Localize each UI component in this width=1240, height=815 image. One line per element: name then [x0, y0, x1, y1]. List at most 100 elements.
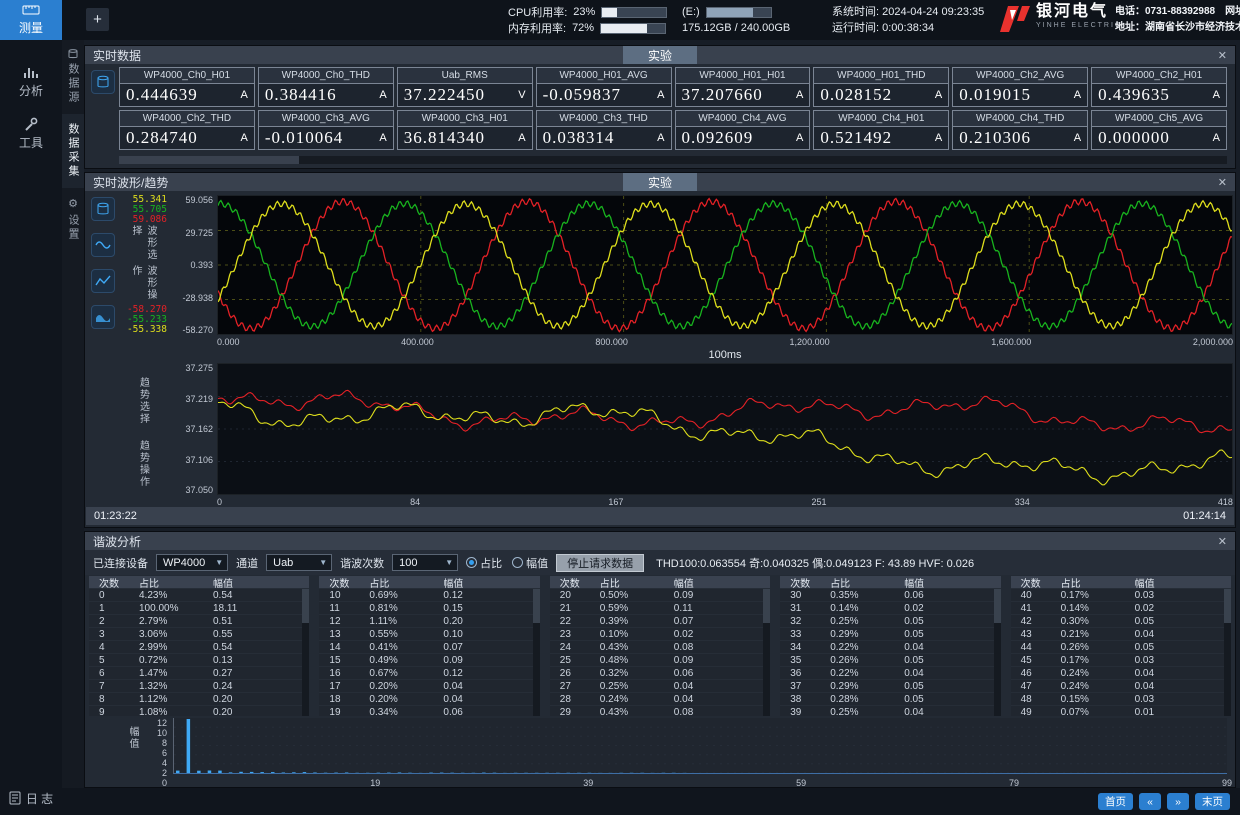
harmonic-row[interactable]: 470.24%0.04: [1011, 680, 1231, 693]
scrollbar-thumb[interactable]: [763, 589, 770, 623]
harmonic-row[interactable]: 280.24%0.04: [550, 693, 770, 706]
harmonic-row[interactable]: 250.48%0.09: [550, 654, 770, 667]
harmonic-row[interactable]: 490.07%0.01: [1011, 706, 1231, 716]
harmonic-row[interactable]: 440.26%0.05: [1011, 641, 1231, 654]
harmonic-row[interactable]: 121.11%0.20: [319, 615, 539, 628]
trend-operate-label[interactable]: 趋势操作: [136, 440, 151, 488]
harmonic-row[interactable]: 270.25%0.04: [550, 680, 770, 693]
measure-card[interactable]: WP4000_Ch3_AVG-0.010064A: [258, 110, 394, 150]
data-source-icon-button[interactable]: [91, 70, 115, 94]
harmonic-row[interactable]: 450.17%0.03: [1011, 654, 1231, 667]
measure-card[interactable]: WP4000_Ch4_AVG0.092609A: [675, 110, 811, 150]
data-source-icon-button[interactable]: [91, 197, 115, 221]
harmonic-bar-chart[interactable]: [173, 718, 1227, 774]
wave-operate-label[interactable]: 波形操作: [128, 265, 158, 305]
measure-card[interactable]: WP4000_Ch3_THD0.038314A: [536, 110, 672, 150]
harmonic-row[interactable]: 480.15%0.03: [1011, 693, 1231, 706]
order-select[interactable]: 100▼: [392, 554, 458, 571]
harmonic-row[interactable]: 320.25%0.05: [780, 615, 1000, 628]
harmonic-row[interactable]: 200.50%0.09: [550, 589, 770, 602]
measure-card[interactable]: WP4000_Ch4_H010.521492A: [813, 110, 949, 150]
table-scrollbar[interactable]: [763, 589, 770, 716]
rail-tab-settings[interactable]: ⚙ 设置: [62, 188, 84, 251]
rail-tab-data-acquisition[interactable]: 数据采集: [62, 114, 84, 188]
add-tab-button[interactable]: +: [86, 8, 109, 31]
close-icon[interactable]: ✕: [1218, 532, 1227, 550]
measure-card[interactable]: WP4000_Ch2_H010.439635A: [1091, 67, 1227, 107]
harmonic-row[interactable]: 230.10%0.02: [550, 628, 770, 641]
harmonic-row[interactable]: 390.25%0.04: [780, 706, 1000, 716]
measure-card[interactable]: WP4000_Ch0_H010.444639A: [119, 67, 255, 107]
harmonic-row[interactable]: 260.32%0.06: [550, 667, 770, 680]
harmonic-row[interactable]: 130.55%0.10: [319, 628, 539, 641]
harmonic-row[interactable]: 150.49%0.09: [319, 654, 539, 667]
harmonic-row[interactable]: 300.35%0.06: [780, 589, 1000, 602]
harmonic-row[interactable]: 33.06%0.55: [89, 628, 309, 641]
measure-card[interactable]: WP4000_Ch2_AVG0.019015A: [952, 67, 1088, 107]
wave-chart[interactable]: [217, 195, 1233, 335]
harmonic-row[interactable]: 370.29%0.05: [780, 680, 1000, 693]
prev-page-button[interactable]: «: [1139, 793, 1161, 810]
area-wave-icon-button[interactable]: [91, 305, 115, 329]
harmonic-row[interactable]: 110.81%0.15: [319, 602, 539, 615]
harmonic-row[interactable]: 290.43%0.08: [550, 706, 770, 716]
harmonic-row[interactable]: 420.30%0.05: [1011, 615, 1231, 628]
harmonic-row[interactable]: 04.23%0.54: [89, 589, 309, 602]
trend-select-label[interactable]: 趋势选择: [136, 377, 151, 425]
table-scrollbar[interactable]: [533, 589, 540, 716]
last-page-button[interactable]: 末页: [1195, 793, 1230, 810]
measure-card[interactable]: WP4000_Ch4_THD0.210306A: [952, 110, 1088, 150]
harmonic-row[interactable]: 160.67%0.12: [319, 667, 539, 680]
measure-card[interactable]: WP4000_H01_THD0.028152A: [813, 67, 949, 107]
trend-chart[interactable]: [217, 363, 1233, 495]
measure-card[interactable]: WP4000_Ch2_THD0.284740A: [119, 110, 255, 150]
harmonic-row[interactable]: 240.43%0.08: [550, 641, 770, 654]
scrollbar-thumb[interactable]: [994, 589, 1001, 623]
harmonic-row[interactable]: 61.47%0.27: [89, 667, 309, 680]
harmonic-row[interactable]: 180.20%0.04: [319, 693, 539, 706]
table-scrollbar[interactable]: [302, 589, 309, 716]
table-scrollbar[interactable]: [1224, 589, 1231, 716]
stop-request-button[interactable]: 停止请求数据: [556, 554, 644, 572]
harmonic-row[interactable]: 100.69%0.12: [319, 589, 539, 602]
scrollbar-thumb[interactable]: [533, 589, 540, 623]
table-scrollbar[interactable]: [994, 589, 1001, 716]
harmonic-row[interactable]: 380.28%0.05: [780, 693, 1000, 706]
harmonic-row[interactable]: 42.99%0.54: [89, 641, 309, 654]
wave-select-label[interactable]: 波形选择: [128, 225, 158, 265]
horizontal-scrollbar[interactable]: [119, 156, 1227, 164]
harmonic-row[interactable]: 210.59%0.11: [550, 602, 770, 615]
close-icon[interactable]: ✕: [1218, 46, 1227, 64]
experiment-tab[interactable]: 实验: [623, 173, 697, 191]
measure-card[interactable]: WP4000_Ch0_THD0.384416A: [258, 67, 394, 107]
close-icon[interactable]: ✕: [1218, 173, 1227, 191]
scrollbar-thumb[interactable]: [302, 589, 309, 623]
measure-card[interactable]: WP4000_Ch3_H0136.814340A: [397, 110, 533, 150]
sine-wave-icon-button[interactable]: [91, 233, 115, 257]
harmonic-row[interactable]: 360.22%0.04: [780, 667, 1000, 680]
harmonic-row[interactable]: 81.12%0.20: [89, 693, 309, 706]
first-page-button[interactable]: 首页: [1098, 793, 1133, 810]
harmonic-row[interactable]: 91.08%0.20: [89, 706, 309, 716]
channel-select[interactable]: Uab▼: [266, 554, 332, 571]
sidebar-item-analysis[interactable]: 分析: [0, 58, 62, 106]
harmonic-row[interactable]: 330.29%0.05: [780, 628, 1000, 641]
harmonic-row[interactable]: 340.22%0.04: [780, 641, 1000, 654]
harmonic-row[interactable]: 400.17%0.03: [1011, 589, 1231, 602]
harmonic-row[interactable]: 430.21%0.04: [1011, 628, 1231, 641]
harmonic-row[interactable]: 1100.00%18.11: [89, 602, 309, 615]
measure-card[interactable]: WP4000_H01_H0137.207660A: [675, 67, 811, 107]
radio-amplitude[interactable]: 幅值: [512, 555, 548, 571]
sidebar-item-tools[interactable]: 工具: [0, 110, 62, 158]
harmonic-row[interactable]: 190.34%0.06: [319, 706, 539, 716]
harmonic-row[interactable]: 140.41%0.07: [319, 641, 539, 654]
harmonic-row[interactable]: 170.20%0.04: [319, 680, 539, 693]
experiment-tab[interactable]: 实验: [623, 46, 697, 64]
measure-card[interactable]: Uab_RMS37.222450V: [397, 67, 533, 107]
measure-card[interactable]: WP4000_H01_AVG-0.059837A: [536, 67, 672, 107]
harmonic-row[interactable]: 460.24%0.04: [1011, 667, 1231, 680]
next-page-button[interactable]: »: [1167, 793, 1189, 810]
rail-tab-data-source[interactable]: 数据源: [62, 40, 84, 114]
scrollbar-thumb[interactable]: [1224, 589, 1231, 623]
trend-line-icon-button[interactable]: [91, 269, 115, 293]
